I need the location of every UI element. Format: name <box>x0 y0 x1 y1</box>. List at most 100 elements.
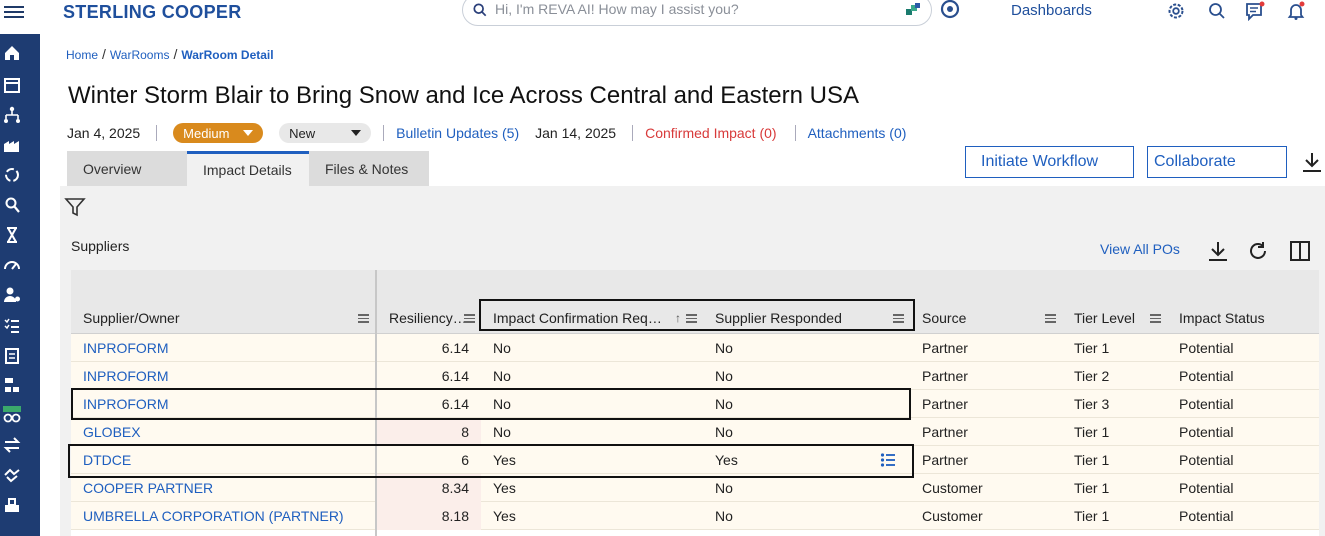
supplier-link[interactable]: INPROFORM <box>71 362 375 390</box>
user-search-icon[interactable] <box>3 196 21 214</box>
chevron-down-icon <box>243 130 254 136</box>
impact-status-value: Potential <box>1179 480 1234 496</box>
handshake-icon[interactable] <box>3 466 21 484</box>
table-row[interactable]: COOPER PARTNER 8.34 Yes No Customer Tier 1 Pot… <box>71 474 1319 502</box>
chatbot-icon[interactable] <box>940 0 960 20</box>
supplier-link[interactable]: COOPER PARTNER <box>71 474 375 502</box>
org-chart-icon[interactable] <box>3 376 21 394</box>
initiate-workflow-button[interactable]: Initiate Workflow <box>965 146 1134 178</box>
breadcrumb-warrooms[interactable]: WarRooms <box>110 48 170 62</box>
search-input[interactable] <box>495 1 875 17</box>
supplier-responded-value: Yes <box>715 452 738 468</box>
breadcrumb-home[interactable]: Home <box>66 48 98 62</box>
collaborate-button[interactable]: Collaborate <box>1147 146 1287 178</box>
download-icon[interactable] <box>1301 151 1323 173</box>
warroom-meta-bar: Jan 4, 2025 Medium New Bulletin Updates … <box>67 122 906 144</box>
ai-assistant-icon[interactable] <box>905 2 921 18</box>
columns-icon[interactable] <box>1289 240 1311 262</box>
suppliers-panel: Suppliers View All POs Supplier/Owner Re… <box>60 226 1325 536</box>
warehouse-icon[interactable] <box>3 496 21 514</box>
impact-status-value: Potential <box>1179 396 1234 412</box>
tab-overview[interactable]: Overview <box>67 151 187 186</box>
column-header-tier-level[interactable]: Tier Level <box>1062 302 1167 334</box>
confirmed-impact-link[interactable]: Confirmed Impact (0) <box>645 125 776 141</box>
column-header-impact-confirmation[interactable]: Impact Confirmation Req… ↑ <box>481 302 703 334</box>
message-icon[interactable] <box>1245 1 1265 21</box>
calendar-icon[interactable] <box>3 76 21 94</box>
column-header-supplier-responded[interactable]: Supplier Responded <box>703 302 910 334</box>
source-value: Customer <box>922 508 983 524</box>
supplier-responded-value: No <box>715 480 733 496</box>
suppliers-table: Supplier/Owner Resiliency… Impact Confir… <box>71 270 1319 536</box>
column-menu-icon[interactable] <box>464 314 475 323</box>
table-row[interactable]: GLOBEX 8 No No Partner Tier 1 Potential <box>71 418 1319 446</box>
impact-confirmation-value: No <box>493 368 511 384</box>
bulletin-updates-link[interactable]: Bulletin Updates (5) <box>396 125 519 141</box>
attachments-link[interactable]: Attachments (0) <box>808 125 907 141</box>
tier-level-value: Tier 1 <box>1074 480 1110 496</box>
column-header-impact-status[interactable]: Impact Status <box>1167 302 1319 334</box>
impact-confirmation-value: Yes <box>493 508 516 524</box>
supplier-link[interactable]: DTDCE <box>71 446 375 474</box>
factory-icon[interactable] <box>3 136 21 154</box>
impact-status-value: Potential <box>1179 508 1234 524</box>
dashboards-link[interactable]: Dashboards <box>1011 2 1092 19</box>
table-row[interactable]: UMBRELLA CORPORATION (PARTNER) 8.18 Yes No C… <box>71 502 1319 530</box>
resiliency-score: 6.14 <box>441 368 469 384</box>
column-menu-icon[interactable] <box>686 314 697 323</box>
resiliency-score: 8.18 <box>377 502 481 530</box>
severity-dropdown[interactable]: Medium <box>173 123 264 143</box>
user-settings-icon[interactable] <box>3 286 21 304</box>
response-details-icon[interactable] <box>880 452 896 468</box>
supplier-link[interactable]: INPROFORM <box>71 390 375 418</box>
transfer-icon[interactable] <box>3 436 21 454</box>
tab-impact-details[interactable]: Impact Details <box>187 151 309 186</box>
suppliers-section-title: Suppliers <box>71 238 130 254</box>
supplier-responded-value: No <box>715 368 733 384</box>
tier-level-value: Tier 1 <box>1074 508 1110 524</box>
table-row[interactable]: INPROFORM 6.14 No No Partner Tier 3 Potential <box>71 390 1319 418</box>
clipboard-icon[interactable] <box>3 346 21 364</box>
column-menu-icon[interactable] <box>1150 314 1161 323</box>
top-bar: STERLING COOPER Dashboards <box>0 0 1325 34</box>
impact-status-value: Potential <box>1179 340 1234 356</box>
column-menu-icon[interactable] <box>893 314 904 323</box>
source-value: Customer <box>922 480 983 496</box>
home-icon[interactable] <box>3 44 21 62</box>
status-dropdown[interactable]: New <box>279 123 372 143</box>
sort-ascending-icon[interactable]: ↑ <box>675 311 681 325</box>
view-all-pos-link[interactable]: View All POs <box>1100 241 1180 257</box>
brand-name[interactable]: STERLING COOPER <box>63 2 242 23</box>
event-date: Jan 4, 2025 <box>67 125 141 141</box>
search-icon[interactable] <box>1207 1 1227 21</box>
filter-icon[interactable] <box>64 196 86 218</box>
table-row[interactable]: DTDCE 6 Yes Yes Partner Tier 1 Potential <box>71 446 1319 474</box>
supplier-link[interactable]: INPROFORM <box>71 334 375 362</box>
supplier-link[interactable]: UMBRELLA CORPORATION (PARTNER) <box>71 502 375 530</box>
column-header-supplier[interactable]: Supplier/Owner <box>71 302 375 334</box>
tier-level-value: Tier 1 <box>1074 340 1110 356</box>
source-value: Partner <box>922 396 968 412</box>
download-icon[interactable] <box>1207 240 1229 262</box>
column-header-resiliency[interactable]: Resiliency… <box>377 302 481 334</box>
gauge-icon[interactable] <box>3 256 21 274</box>
ai-search-bar[interactable] <box>462 0 932 26</box>
hamburger-menu-icon[interactable] <box>4 3 24 21</box>
hourglass-icon[interactable] <box>3 226 21 244</box>
gear-icon[interactable] <box>1166 1 1186 21</box>
bell-icon[interactable] <box>1286 1 1306 21</box>
column-menu-icon[interactable] <box>358 314 369 323</box>
column-header-source[interactable]: Source <box>910 302 1062 334</box>
new-feature-icon[interactable] <box>3 406 21 424</box>
refresh-icon[interactable] <box>1247 240 1269 262</box>
hierarchy-icon[interactable] <box>3 106 21 124</box>
impact-status-value: Potential <box>1179 452 1234 468</box>
table-row[interactable]: INPROFORM 6.14 No No Partner Tier 1 Potential <box>71 334 1319 362</box>
table-row[interactable]: INPROFORM 6.14 No No Partner Tier 2 Potential <box>71 362 1319 390</box>
supplier-link[interactable]: GLOBEX <box>71 418 375 446</box>
checklist-icon[interactable] <box>3 316 21 334</box>
tab-files-notes[interactable]: Files & Notes <box>309 151 429 186</box>
refresh-cycle-icon[interactable] <box>3 166 21 184</box>
column-menu-icon[interactable] <box>1045 314 1056 323</box>
resiliency-score: 6 <box>461 452 469 468</box>
